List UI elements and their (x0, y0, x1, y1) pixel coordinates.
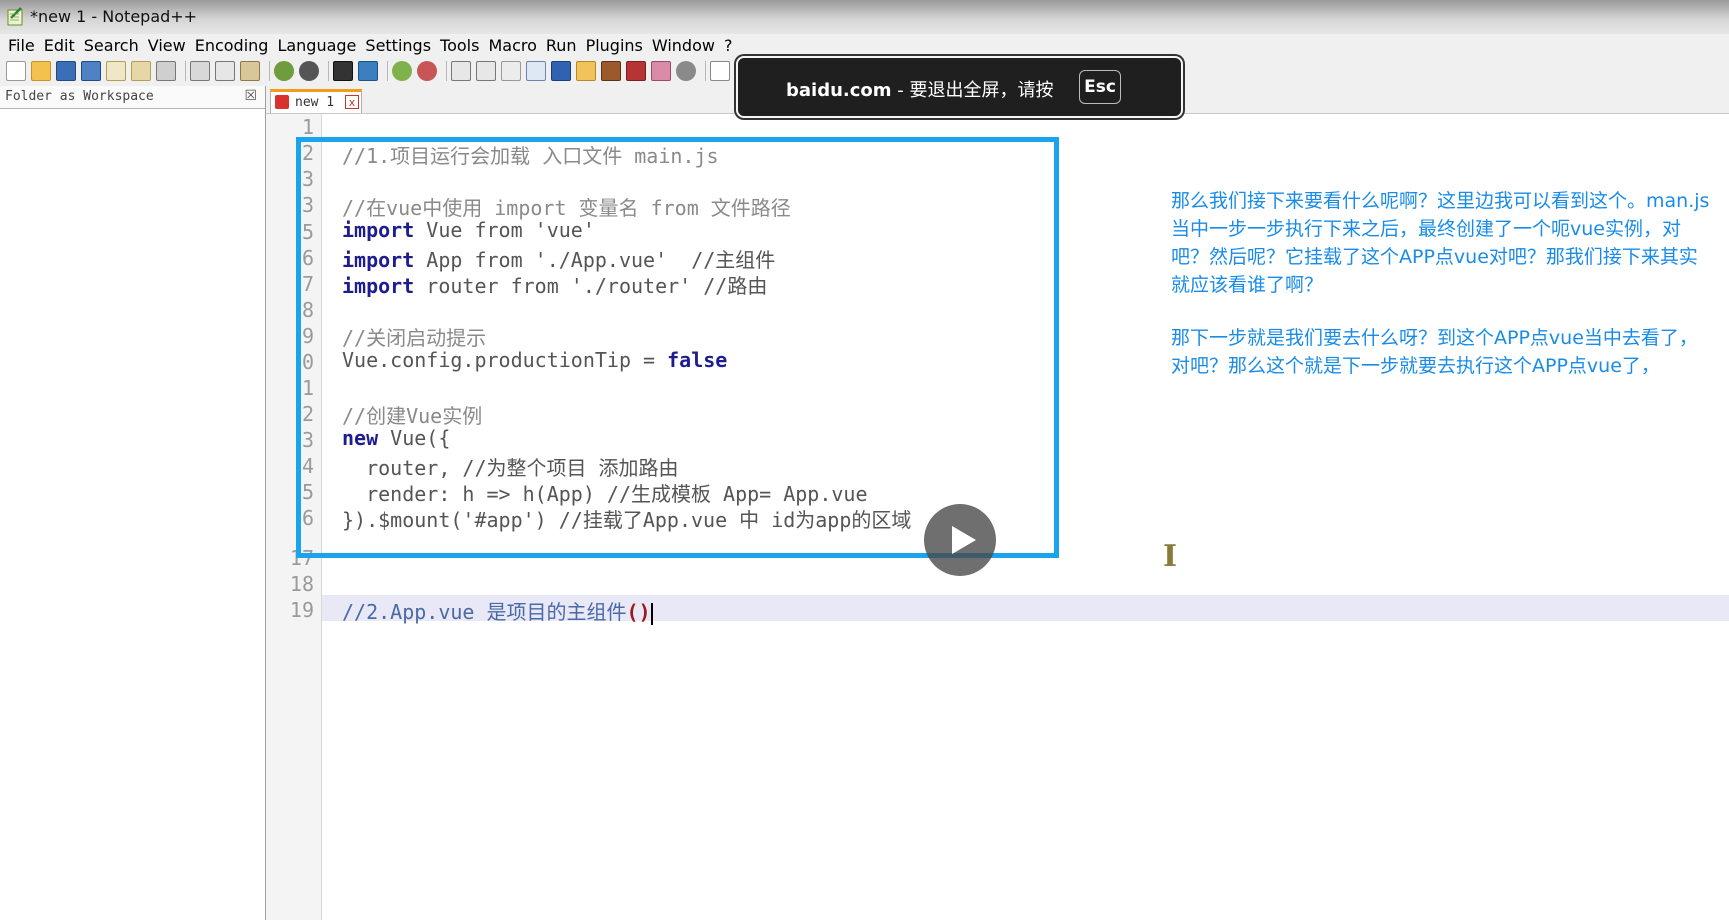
sync-v-icon[interactable] (451, 61, 471, 81)
new-file-icon[interactable] (6, 61, 26, 81)
paste-icon[interactable] (240, 61, 260, 81)
menu-encoding[interactable]: Encoding (195, 36, 269, 55)
record-macro-icon[interactable] (710, 61, 730, 81)
monitor-icon[interactable] (676, 61, 696, 81)
toolbar-separator (269, 61, 270, 81)
title-bar: *new 1 - Notepad++ (0, 0, 1729, 36)
panel-header: Folder as Workspace ☒ (0, 86, 265, 109)
toolbar-separator (387, 61, 388, 81)
menu-plugins[interactable]: Plugins (586, 36, 643, 55)
subtitle-paragraph-1: 那么我们接下来要看什么呢啊？这里边我可以看到这个。man.js当中一步一步执行下… (1171, 190, 1710, 296)
copy-icon[interactable] (215, 61, 235, 81)
fullscreen-exit-banner: baidu.com - 要退出全屏，请按 Esc (736, 56, 1183, 118)
toolbar-separator (185, 61, 186, 81)
line-number: 19 (289, 598, 314, 622)
word-wrap-icon[interactable] (501, 61, 521, 81)
function-list-icon[interactable] (626, 61, 646, 81)
brace-match: () (626, 600, 651, 624)
zoom-out-icon[interactable] (417, 61, 437, 81)
save-all-icon[interactable] (81, 61, 101, 81)
video-play-button[interactable] (924, 504, 996, 576)
close-all-icon[interactable] (131, 61, 151, 81)
folder-workspace-icon[interactable] (651, 61, 671, 81)
menu-help[interactable]: ? (724, 36, 733, 55)
menu-macro[interactable]: Macro (488, 36, 536, 55)
panel-title: Folder as Workspace (5, 89, 154, 104)
cut-icon[interactable] (190, 61, 210, 81)
menu-file[interactable]: File (8, 36, 35, 55)
menu-settings[interactable]: Settings (365, 36, 431, 55)
toolbar-separator (328, 61, 329, 81)
esc-key-badge[interactable]: Esc (1079, 70, 1121, 104)
menu-view[interactable]: View (148, 36, 186, 55)
play-icon (952, 526, 976, 554)
tab-new-1[interactable]: new 1 x (270, 89, 362, 113)
find-icon[interactable] (333, 61, 353, 81)
sync-h-icon[interactable] (476, 61, 496, 81)
banner-message: - 要退出全屏，请按 (891, 80, 1054, 101)
menu-bar: File Edit Search View Encoding Language … (0, 34, 1729, 56)
line-number: 18 (289, 572, 314, 596)
redo-icon[interactable] (299, 61, 319, 81)
code-line-19: //2.App.vue 是项目的主组件() (342, 596, 653, 625)
replace-icon[interactable] (358, 61, 378, 81)
menu-run[interactable]: Run (546, 36, 577, 55)
panel-close-icon[interactable]: ☒ (244, 88, 257, 104)
indent-guide-icon[interactable] (551, 61, 571, 81)
menu-edit[interactable]: Edit (44, 36, 75, 55)
fullscreen-message: baidu.com - 要退出全屏，请按 (786, 76, 1053, 102)
menu-language[interactable]: Language (277, 36, 356, 55)
subtitle-paragraph-2: 那下一步就是我们要去什么呀？到这个APP点vue当中去看了，对吧？那么这个就是下… (1171, 327, 1698, 377)
menu-tools[interactable]: Tools (440, 36, 479, 55)
user-lang-icon[interactable] (576, 61, 596, 81)
menu-search[interactable]: Search (84, 36, 139, 55)
unsaved-file-icon (275, 95, 289, 109)
text-caret (650, 602, 653, 625)
tab-label: new 1 (295, 95, 335, 110)
folder-workspace-panel: Folder as Workspace ☒ (0, 86, 266, 920)
undo-icon[interactable] (274, 61, 294, 81)
line-number: 1 (301, 115, 314, 139)
ibeam-cursor-icon: I (1163, 539, 1178, 574)
tab-close-icon[interactable]: x (345, 95, 359, 109)
show-all-chars-icon[interactable] (526, 61, 546, 81)
toolbar-separator (705, 61, 706, 81)
open-file-icon[interactable] (31, 61, 51, 81)
close-icon[interactable] (106, 61, 126, 81)
annotation-highlight-box (296, 137, 1059, 558)
toolbar-separator (446, 61, 447, 81)
save-icon[interactable] (56, 61, 76, 81)
window-title: *new 1 - Notepad++ (30, 7, 198, 26)
zoom-in-icon[interactable] (392, 61, 412, 81)
print-icon[interactable] (156, 61, 176, 81)
menu-window[interactable]: Window (652, 36, 715, 55)
doc-map-icon[interactable] (601, 61, 621, 81)
banner-domain: baidu.com (786, 80, 892, 101)
notepadpp-logo-icon (7, 7, 23, 26)
code-comment: //2.App.vue 是项目的主组件 (342, 600, 627, 624)
